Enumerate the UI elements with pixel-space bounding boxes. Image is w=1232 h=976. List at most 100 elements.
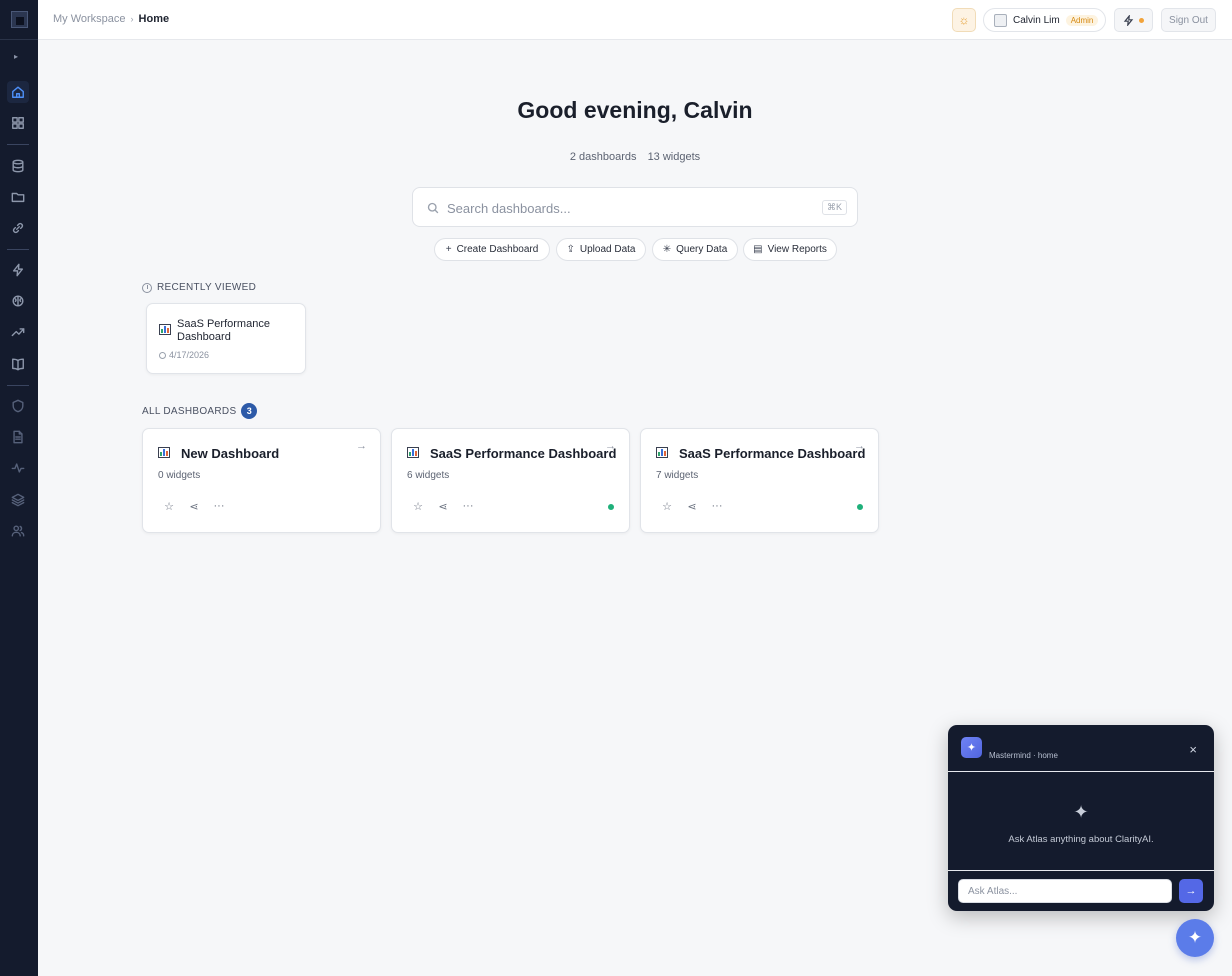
chat-divider (948, 870, 1214, 871)
book-icon (12, 358, 24, 371)
share-icon[interactable]: ⋖ (188, 500, 200, 513)
shortcut-hint: ⌘K (821, 200, 847, 215)
arrow-right-icon[interactable]: → (854, 440, 865, 452)
theme-toggle-button[interactable]: ☼ (952, 8, 976, 32)
sidebar-item-users[interactable] (7, 520, 29, 542)
trend-icon (11, 328, 25, 337)
star-icon[interactable]: ☆ (412, 500, 424, 513)
chat-input[interactable] (958, 879, 1172, 903)
more-icon[interactable]: ··· (711, 500, 723, 513)
arrow-right-icon[interactable]: → (605, 440, 616, 452)
upload-icon: ⇪ (566, 244, 575, 255)
sidebar-item-dashboards[interactable] (7, 112, 29, 134)
assistant-chat-panel: ✦ Mastermind · home × ✦ Ask Atlas anythi… (948, 725, 1214, 911)
dashboard-widget-count: 6 widgets (407, 470, 450, 481)
dashboard-card[interactable]: SaaS Performance Dashboard → 6 widgets ☆… (391, 428, 630, 533)
bolt-icon (1123, 14, 1134, 26)
role-badge: Admin (1065, 14, 1099, 26)
dashboard-count-badge: 3 (241, 403, 258, 419)
sparkle-icon: ✦ (1187, 928, 1203, 947)
summary-stats: 2 dashboards 13 widgets (38, 151, 1232, 163)
plus-icon: + (445, 244, 452, 255)
share-icon[interactable]: ⋖ (686, 500, 698, 513)
sidebar-item-ai[interactable] (7, 290, 29, 312)
user-menu-button[interactable]: Calvin Lim Admin (983, 8, 1106, 32)
assistant-fab-button[interactable]: ✦ (1176, 919, 1214, 957)
avatar (994, 13, 1007, 27)
breadcrumb-workspace[interactable]: My Workspace (53, 13, 126, 25)
database-icon (12, 159, 24, 173)
grid-icon (12, 117, 24, 129)
sidebar-header-divider (0, 39, 38, 40)
chat-title: Mastermind · home (989, 751, 1058, 760)
chat-empty-hint: Ask Atlas anything about ClarityAI. (1008, 834, 1154, 845)
view-reports-button[interactable]: ▤ View Reports (743, 238, 837, 261)
sidebar-item-docs[interactable] (7, 353, 29, 375)
breadcrumb-separator: › (130, 14, 134, 24)
status-badge (608, 504, 614, 510)
activity-status-button[interactable] (1114, 8, 1153, 32)
dashboard-widget-count: 7 widgets (656, 470, 699, 481)
folder-icon (11, 192, 25, 203)
star-icon[interactable]: ☆ (163, 500, 175, 513)
close-icon[interactable]: × (1189, 742, 1197, 757)
recently-viewed-heading: RECENTLY VIEWED (142, 282, 256, 293)
dashboard-actions: ☆ ⋖ ··· (163, 500, 225, 513)
users-icon (11, 525, 25, 537)
share-icon[interactable]: ⋖ (437, 500, 449, 513)
widget-count: 13 widgets (647, 151, 701, 163)
top-bar: My Workspace › Home ☼ Calvin Lim Admin S… (38, 0, 1232, 40)
search-box: ⌘K (412, 187, 858, 227)
breadcrumb: My Workspace › Home (53, 13, 169, 25)
query-data-label: Query Data (676, 244, 728, 255)
breadcrumb-current: Home (138, 13, 170, 25)
bolt-icon (12, 263, 24, 277)
sign-out-button[interactable]: Sign Out (1161, 8, 1216, 32)
dashboard-card[interactable]: New Dashboard → 0 widgets ☆ ⋖ ··· (142, 428, 381, 533)
dashboard-title: SaaS Performance Dashboard (430, 446, 617, 461)
recent-dashboard-date: 4/17/2026 (159, 350, 209, 360)
layers-icon (11, 493, 25, 507)
dashboard-widget-count: 0 widgets (158, 470, 201, 481)
app-logo[interactable] (11, 11, 28, 28)
create-dashboard-button[interactable]: + Create Dashboard (434, 238, 550, 261)
sidebar-divider (7, 144, 29, 145)
query-data-button[interactable]: ✳ Query Data (652, 238, 738, 261)
sidebar-item-reports[interactable] (7, 426, 29, 448)
arrow-right-icon[interactable]: → (356, 440, 367, 452)
sidebar-item-automations[interactable] (7, 259, 29, 281)
user-name: Calvin Lim (1013, 14, 1060, 26)
sidebar-item-layers[interactable] (7, 489, 29, 511)
sidebar-item-home[interactable] (7, 81, 29, 103)
upload-data-button[interactable]: ⇪ Upload Data (556, 238, 646, 261)
bar-chart-icon (159, 324, 171, 335)
sidebar-divider (7, 249, 29, 250)
star-icon[interactable]: ☆ (661, 500, 673, 513)
search-input[interactable] (447, 198, 807, 218)
sidebar-item-connections[interactable] (7, 217, 29, 239)
sidebar-item-data[interactable] (7, 155, 29, 177)
clock-icon (142, 282, 152, 293)
sidebar-item-activity[interactable] (7, 457, 29, 479)
recent-dashboard-card[interactable]: SaaS Performance Dashboard 4/17/2026 (146, 303, 306, 374)
more-icon[interactable]: ··· (213, 500, 225, 513)
chat-divider (948, 771, 1214, 772)
bar-chart-icon (407, 447, 419, 458)
all-dashboards-heading: ALL DASHBOARDS 3 (142, 403, 258, 419)
search-icon (427, 202, 439, 214)
sidebar-expand-toggle[interactable]: ▸ (14, 52, 18, 61)
recently-viewed-label: RECENTLY VIEWED (157, 282, 257, 293)
document-icon: ▤ (753, 244, 763, 255)
upload-data-label: Upload Data (579, 244, 636, 255)
dashboard-card[interactable]: SaaS Performance Dashboard → 7 widgets ☆… (640, 428, 879, 533)
sidebar-item-analytics[interactable] (7, 321, 29, 343)
dashboard-actions: ☆ ⋖ ··· (412, 500, 474, 513)
sidebar-item-security[interactable] (7, 395, 29, 417)
bar-chart-icon (158, 447, 170, 458)
send-button[interactable]: → (1179, 879, 1203, 903)
sidebar-item-files[interactable] (7, 186, 29, 208)
arrow-right-icon: → (1185, 885, 1197, 897)
activity-icon (11, 463, 25, 473)
more-icon[interactable]: ··· (462, 500, 474, 513)
brain-icon (12, 295, 24, 307)
